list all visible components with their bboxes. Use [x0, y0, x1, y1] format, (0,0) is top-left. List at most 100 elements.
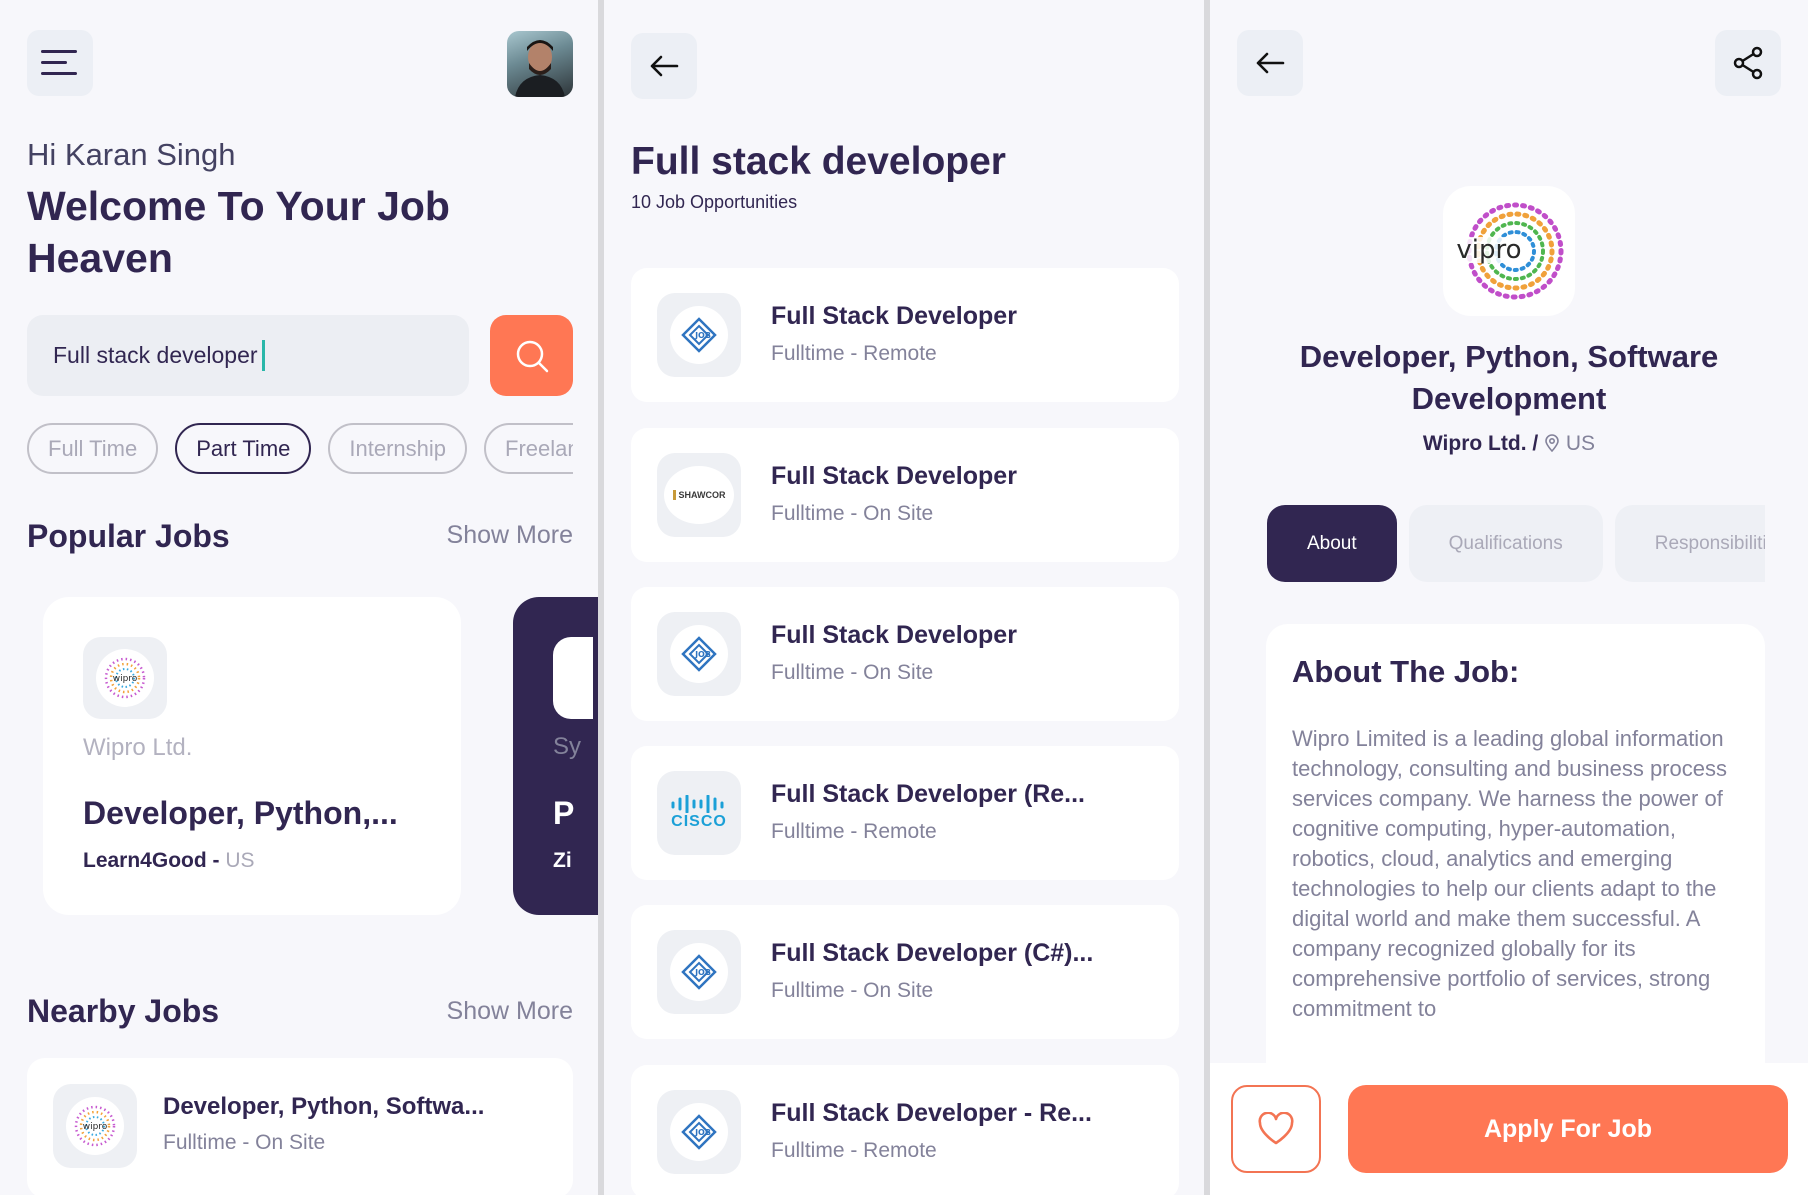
popular-job-card-selected[interactable]: Sy P Zi — [513, 597, 598, 915]
wipro-logo-icon: wipro — [74, 1105, 116, 1147]
back-button[interactable] — [1237, 30, 1303, 96]
back-arrow-icon — [1256, 52, 1285, 74]
home-screen: Hi Karan Singh Welcome To Your Job Heave… — [0, 0, 598, 1195]
job-result-card[interactable]: CISCO Full Stack Developer (Re... Fullti… — [631, 746, 1179, 880]
job-logo-icon: JOB — [681, 636, 717, 672]
job-result-card[interactable]: JOB Full Stack Developer Fulltime - Remo… — [631, 268, 1179, 402]
location-pin-icon — [1545, 434, 1559, 453]
tab-responsibilities[interactable]: Responsibilities — [1614, 505, 1765, 582]
job-logo-icon: JOB — [681, 1114, 717, 1150]
back-arrow-icon — [650, 55, 679, 77]
job-title: P — [553, 795, 575, 831]
search-results-title: Full stack developer — [631, 140, 1006, 183]
company-logo: JOB — [657, 930, 741, 1014]
company-location: Wipro Ltd. / US — [1210, 432, 1808, 456]
job-type: Fulltime - Remote — [771, 342, 937, 365]
company-logo — [553, 637, 593, 719]
job-logo-icon: JOB — [681, 317, 717, 353]
about-heading: About The Job: — [1292, 654, 1520, 689]
svg-text:wipro: wipro — [83, 1122, 108, 1132]
job-publisher: Zi — [553, 849, 572, 872]
search-input-value: Full stack developer — [53, 342, 258, 368]
wipro-logo-icon: wipro — [104, 657, 146, 699]
chip-full-time[interactable]: Full Time — [27, 423, 159, 474]
shawcor-logo-icon: SHAWCOR — [672, 490, 726, 500]
company-logo: JOB — [657, 293, 741, 377]
wipro-logo-icon: vipro — [1453, 202, 1564, 300]
company-logo: SHAWCOR — [657, 453, 741, 537]
tab-qualifications[interactable]: Qualifications — [1408, 505, 1603, 582]
popular-job-card[interactable]: wipro Wipro Ltd. Developer, Python,... L… — [43, 597, 461, 915]
nearby-job-card[interactable]: wipro Developer, Python, Softwa... Fullt… — [27, 1058, 573, 1195]
job-result-card[interactable]: SHAWCOR Full Stack Developer Fulltime - … — [631, 428, 1179, 562]
cisco-logo-icon: CISCO — [669, 795, 729, 831]
company-logo: wipro — [53, 1084, 137, 1168]
job-title: Full Stack Developer — [771, 462, 1017, 490]
search-results-screen: Full stack developer 10 Job Opportunitie… — [604, 0, 1204, 1195]
text-caret — [261, 340, 265, 371]
job-type: Fulltime - On Site — [771, 661, 934, 684]
svg-text:JOB: JOB — [694, 1128, 711, 1137]
search-icon — [516, 340, 548, 372]
job-type: Fulltime - On Site — [163, 1131, 326, 1154]
company-logo: vipro — [1443, 186, 1575, 316]
job-title: Full Stack Developer — [771, 621, 1017, 649]
menu-icon — [41, 50, 77, 75]
job-type-filters: Full Time Part Time Internship Freelance — [27, 423, 573, 475]
chip-internship[interactable]: Internship — [328, 423, 468, 474]
popular-jobs-heading: Popular Jobs — [27, 518, 230, 554]
job-title: Full Stack Developer - Re... — [771, 1099, 1092, 1127]
nearby-jobs-heading: Nearby Jobs — [27, 993, 220, 1029]
svg-text:JOB: JOB — [694, 650, 711, 659]
job-publisher: Learn4Good - — [83, 849, 220, 872]
job-title: Developer, Python,... — [83, 795, 398, 831]
svg-text:JOB: JOB — [694, 331, 711, 340]
details-footer: Apply For Job — [1210, 1063, 1808, 1195]
avatar[interactable] — [507, 31, 573, 97]
job-type: Fulltime - On Site — [771, 502, 934, 525]
search-input[interactable]: Full stack developer — [27, 315, 469, 396]
company-logo: wipro — [83, 637, 167, 719]
job-details-screen: vipro Developer, Python, Software Develo… — [1210, 0, 1808, 1195]
heart-icon — [1258, 1112, 1294, 1145]
job-logo-icon: JOB — [681, 954, 717, 990]
job-title: Full Stack Developer (Re... — [771, 780, 1085, 808]
tab-about[interactable]: About — [1267, 505, 1397, 582]
cisco-logo-text: CISCO — [671, 813, 727, 830]
popular-show-more-link[interactable]: Show More — [447, 521, 573, 550]
share-button[interactable] — [1715, 30, 1781, 96]
chip-part-time[interactable]: Part Time — [175, 423, 312, 474]
company-name: Wipro Ltd. — [83, 734, 193, 761]
apply-button[interactable]: Apply For Job — [1348, 1085, 1788, 1173]
nearby-show-more-link[interactable]: Show More — [447, 997, 573, 1026]
job-title: Developer, Python, Softwa... — [163, 1093, 485, 1120]
welcome-heading: Welcome To Your Job Heaven — [27, 183, 450, 281]
share-icon — [1733, 46, 1763, 80]
job-result-card[interactable]: JOB Full Stack Developer Fulltime - On S… — [631, 587, 1179, 721]
job-title: Developer, Python, Software Development — [1299, 339, 1719, 416]
job-result-card[interactable]: JOB Full Stack Developer - Re... Fulltim… — [631, 1065, 1179, 1195]
search-button[interactable] — [490, 315, 573, 396]
job-publisher-location: Learn4Good - US — [83, 849, 255, 873]
about-text: Wipro Limited is a leading global inform… — [1292, 726, 1727, 1021]
svg-text:vipro: vipro — [1456, 235, 1521, 265]
favorite-button[interactable] — [1231, 1085, 1321, 1173]
svg-text:JOB: JOB — [694, 968, 711, 977]
job-type: Fulltime - On Site — [771, 979, 934, 1002]
company-name: Sy — [553, 733, 582, 760]
job-type: Fulltime - Remote — [771, 1139, 937, 1162]
company-name: Wipro Ltd. / — [1422, 432, 1539, 455]
job-result-card[interactable]: JOB Full Stack Developer (C#)... Fulltim… — [631, 905, 1179, 1039]
company-logo: JOB — [657, 1090, 741, 1174]
greeting-text: Hi Karan Singh — [27, 137, 236, 172]
company-logo: CISCO — [657, 771, 741, 855]
job-type: Fulltime - Remote — [771, 820, 937, 843]
back-button[interactable] — [631, 33, 697, 99]
company-logo: JOB — [657, 612, 741, 696]
job-title: Full Stack Developer (C#)... — [771, 939, 1094, 967]
job-title: Full Stack Developer — [771, 302, 1017, 330]
svg-text:wipro: wipro — [113, 674, 138, 684]
job-location: US — [1565, 432, 1596, 455]
chip-freelance[interactable]: Freelance — [484, 423, 573, 474]
menu-button[interactable] — [27, 30, 93, 96]
